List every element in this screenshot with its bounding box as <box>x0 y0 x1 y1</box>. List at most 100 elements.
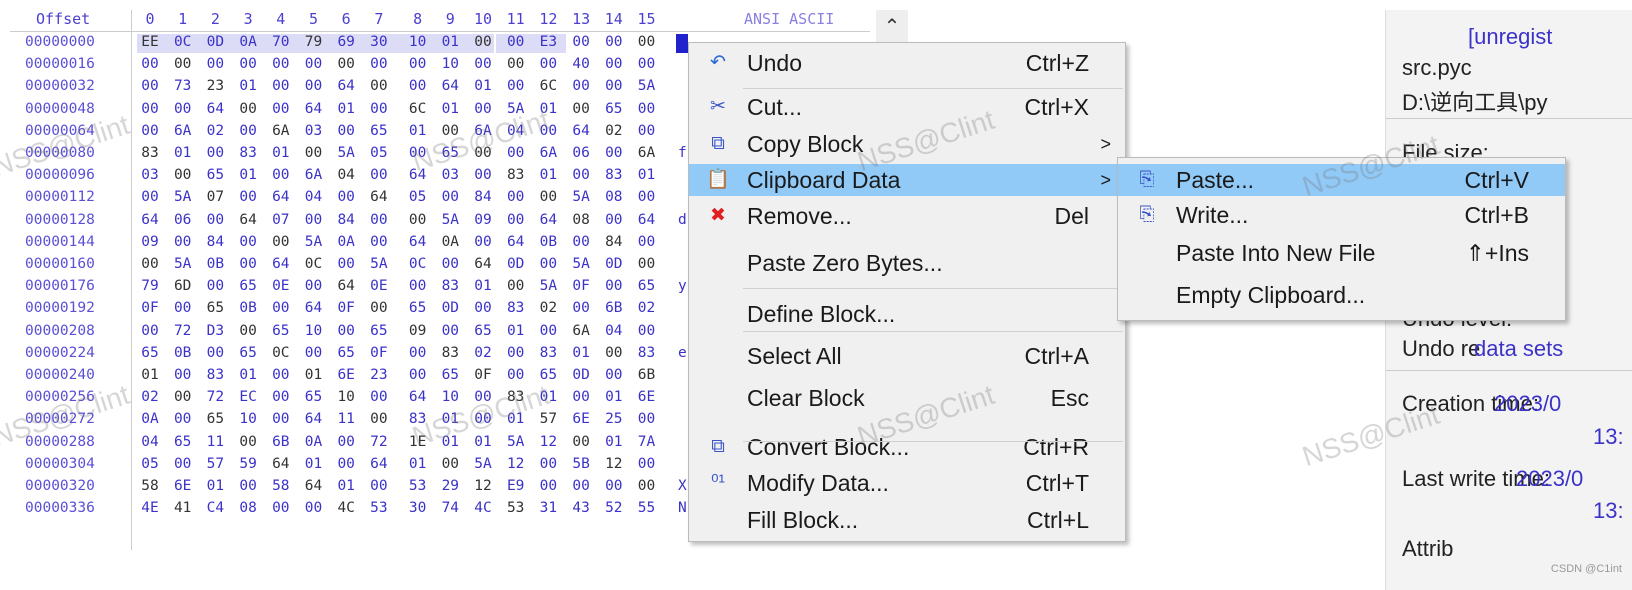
hex-byte[interactable]: 65 <box>406 300 430 316</box>
hex-byte[interactable]: 0F <box>471 367 495 383</box>
hex-byte[interactable]: 5A <box>171 189 195 205</box>
hex-byte[interactable]: 10 <box>334 389 358 405</box>
hex-byte[interactable]: 02 <box>536 300 560 316</box>
hex-byte[interactable]: 43 <box>569 500 593 516</box>
hex-byte[interactable]: 00 <box>367 101 391 117</box>
hex-byte[interactable]: 11 <box>203 434 227 450</box>
hex-byte[interactable]: 72 <box>171 323 195 339</box>
hex-byte[interactable]: 55 <box>635 500 659 516</box>
hex-byte[interactable]: 00 <box>438 456 462 472</box>
hex-byte[interactable]: 00 <box>406 145 430 161</box>
hex-byte[interactable]: 00 <box>367 389 391 405</box>
hex-byte[interactable]: 64 <box>635 212 659 228</box>
hex-byte[interactable]: 00 <box>171 101 195 117</box>
hex-byte[interactable]: 6E <box>171 478 195 494</box>
hex-byte[interactable]: 64 <box>269 189 293 205</box>
hex-byte[interactable]: 00 <box>569 478 593 494</box>
hex-byte[interactable]: 01 <box>504 411 528 427</box>
hex-byte[interactable]: 04 <box>602 323 626 339</box>
hex-byte[interactable]: 01 <box>138 367 162 383</box>
hex-byte[interactable]: 0B <box>236 300 260 316</box>
hex-byte[interactable]: 00 <box>171 456 195 472</box>
hex-byte[interactable]: 65 <box>334 345 358 361</box>
hex-byte[interactable]: 6A <box>269 123 293 139</box>
hex-byte[interactable]: 0F <box>367 345 391 361</box>
hex-byte[interactable]: 00 <box>302 278 326 294</box>
hex-byte[interactable]: 6E <box>334 367 358 383</box>
hex-byte[interactable]: 65 <box>367 123 391 139</box>
hex-byte[interactable]: 00 <box>635 56 659 72</box>
hex-byte[interactable]: 02 <box>203 123 227 139</box>
hex-byte[interactable]: 6C <box>406 101 430 117</box>
hex-byte[interactable]: 00 <box>138 123 162 139</box>
hex-byte[interactable]: 31 <box>536 500 560 516</box>
hex-byte[interactable]: 0E <box>367 278 391 294</box>
hex-byte[interactable]: 01 <box>269 145 293 161</box>
hex-byte[interactable]: 64 <box>367 189 391 205</box>
hex-byte[interactable]: 5A <box>471 456 495 472</box>
hex-byte[interactable]: 00 <box>367 300 391 316</box>
hex-byte[interactable]: 5A <box>504 434 528 450</box>
hex-byte[interactable]: 64 <box>406 167 430 183</box>
hex-byte[interactable]: 00 <box>269 500 293 516</box>
hex-byte[interactable]: 00 <box>334 323 358 339</box>
hex-byte[interactable]: 00 <box>635 101 659 117</box>
hex-byte[interactable]: 01 <box>438 434 462 450</box>
hex-byte[interactable]: 00 <box>138 189 162 205</box>
hex-byte[interactable]: 6B <box>269 434 293 450</box>
hex-byte[interactable]: 53 <box>367 500 391 516</box>
hex-byte[interactable]: 29 <box>438 478 462 494</box>
hex-byte[interactable]: 00 <box>504 212 528 228</box>
hex-byte[interactable]: 65 <box>269 323 293 339</box>
hex-byte[interactable]: 00 <box>302 500 326 516</box>
hex-byte[interactable]: 64 <box>504 234 528 250</box>
hex-byte[interactable]: 00 <box>602 56 626 72</box>
hex-byte[interactable]: 00 <box>471 300 495 316</box>
hex-byte[interactable]: 00 <box>334 123 358 139</box>
hex-byte[interactable]: 00 <box>269 367 293 383</box>
hex-byte[interactable]: 70 <box>269 34 293 50</box>
hex-byte[interactable]: 4E <box>138 500 162 516</box>
hex-byte[interactable]: 01 <box>236 367 260 383</box>
hex-byte[interactable]: 57 <box>203 456 227 472</box>
hex-byte[interactable]: 6A <box>302 167 326 183</box>
hex-byte[interactable]: 05 <box>406 189 430 205</box>
hex-byte[interactable]: 08 <box>569 212 593 228</box>
hex-byte[interactable]: 09 <box>406 323 430 339</box>
hex-byte[interactable]: 00 <box>602 278 626 294</box>
menu-item-copy-block[interactable]: ⧉ Copy Block > <box>689 128 1125 160</box>
hex-byte[interactable]: 00 <box>635 234 659 250</box>
hex-byte[interactable]: 84 <box>471 189 495 205</box>
hex-byte[interactable]: 00 <box>334 256 358 272</box>
hex-byte[interactable]: 00 <box>569 101 593 117</box>
hex-byte[interactable]: 0D <box>203 34 227 50</box>
hex-byte[interactable]: 0E <box>269 278 293 294</box>
hex-byte[interactable]: 00 <box>203 56 227 72</box>
hex-byte[interactable]: 10 <box>438 56 462 72</box>
hex-byte[interactable]: EE <box>138 34 162 50</box>
hex-byte[interactable]: 65 <box>203 411 227 427</box>
hex-byte[interactable]: 00 <box>367 56 391 72</box>
hex-byte[interactable]: 03 <box>302 123 326 139</box>
hex-byte[interactable]: 84 <box>602 234 626 250</box>
hex-byte[interactable]: 65 <box>367 323 391 339</box>
hex-byte[interactable]: 58 <box>269 478 293 494</box>
hex-byte[interactable]: 84 <box>203 234 227 250</box>
hex-byte[interactable]: 00 <box>569 78 593 94</box>
hex-byte[interactable]: 65 <box>602 101 626 117</box>
hex-byte[interactable]: 83 <box>602 167 626 183</box>
hex-byte[interactable]: 00 <box>171 167 195 183</box>
hex-byte[interactable]: 83 <box>438 278 462 294</box>
hex-byte[interactable]: 00 <box>569 34 593 50</box>
hex-byte[interactable]: 01 <box>236 167 260 183</box>
hex-byte[interactable]: 84 <box>334 212 358 228</box>
hex-byte[interactable]: 00 <box>536 56 560 72</box>
hex-byte[interactable]: 64 <box>269 256 293 272</box>
hex-byte[interactable]: 00 <box>602 345 626 361</box>
hex-byte[interactable]: 00 <box>471 56 495 72</box>
menu-item-clipboard-data[interactable]: 📋 Clipboard Data > <box>689 164 1125 196</box>
hex-byte[interactable]: 00 <box>269 234 293 250</box>
hex-byte[interactable]: 00 <box>302 145 326 161</box>
hex-byte[interactable]: 57 <box>536 411 560 427</box>
context-menu[interactable]: ↶ Undo Ctrl+Z ✂ Cut... Ctrl+X ⧉ Copy Block > 📋 Cli… <box>688 42 1126 542</box>
